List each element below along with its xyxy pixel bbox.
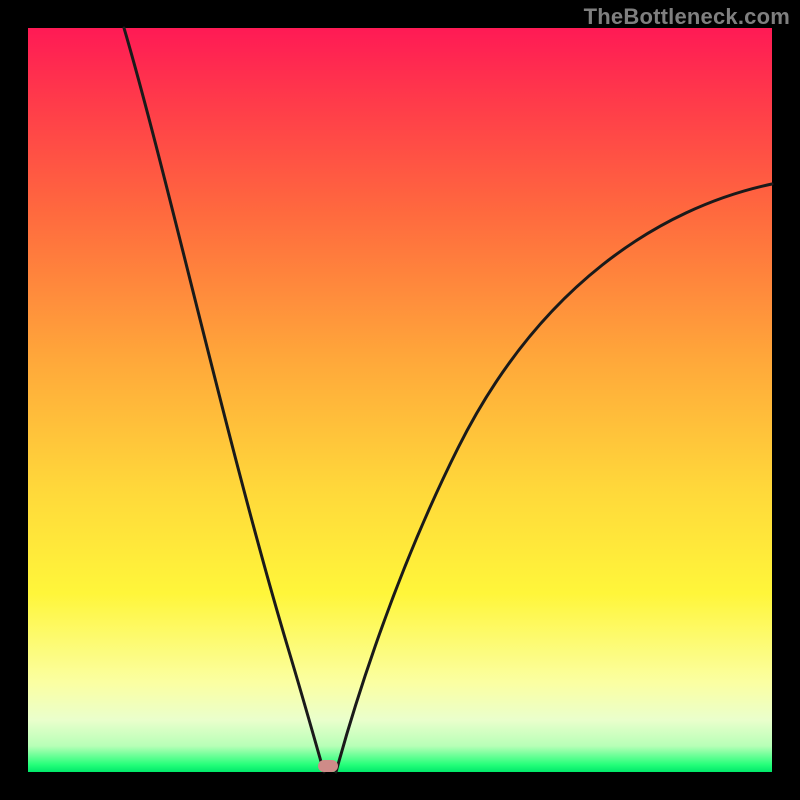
chart-frame: TheBottleneck.com bbox=[0, 0, 800, 800]
plot-area bbox=[28, 28, 772, 772]
curve-right-branch bbox=[336, 184, 772, 772]
watermark-text: TheBottleneck.com bbox=[584, 4, 790, 30]
bottleneck-curve bbox=[28, 28, 772, 772]
optimum-marker bbox=[318, 760, 338, 772]
curve-left-branch bbox=[124, 28, 324, 772]
